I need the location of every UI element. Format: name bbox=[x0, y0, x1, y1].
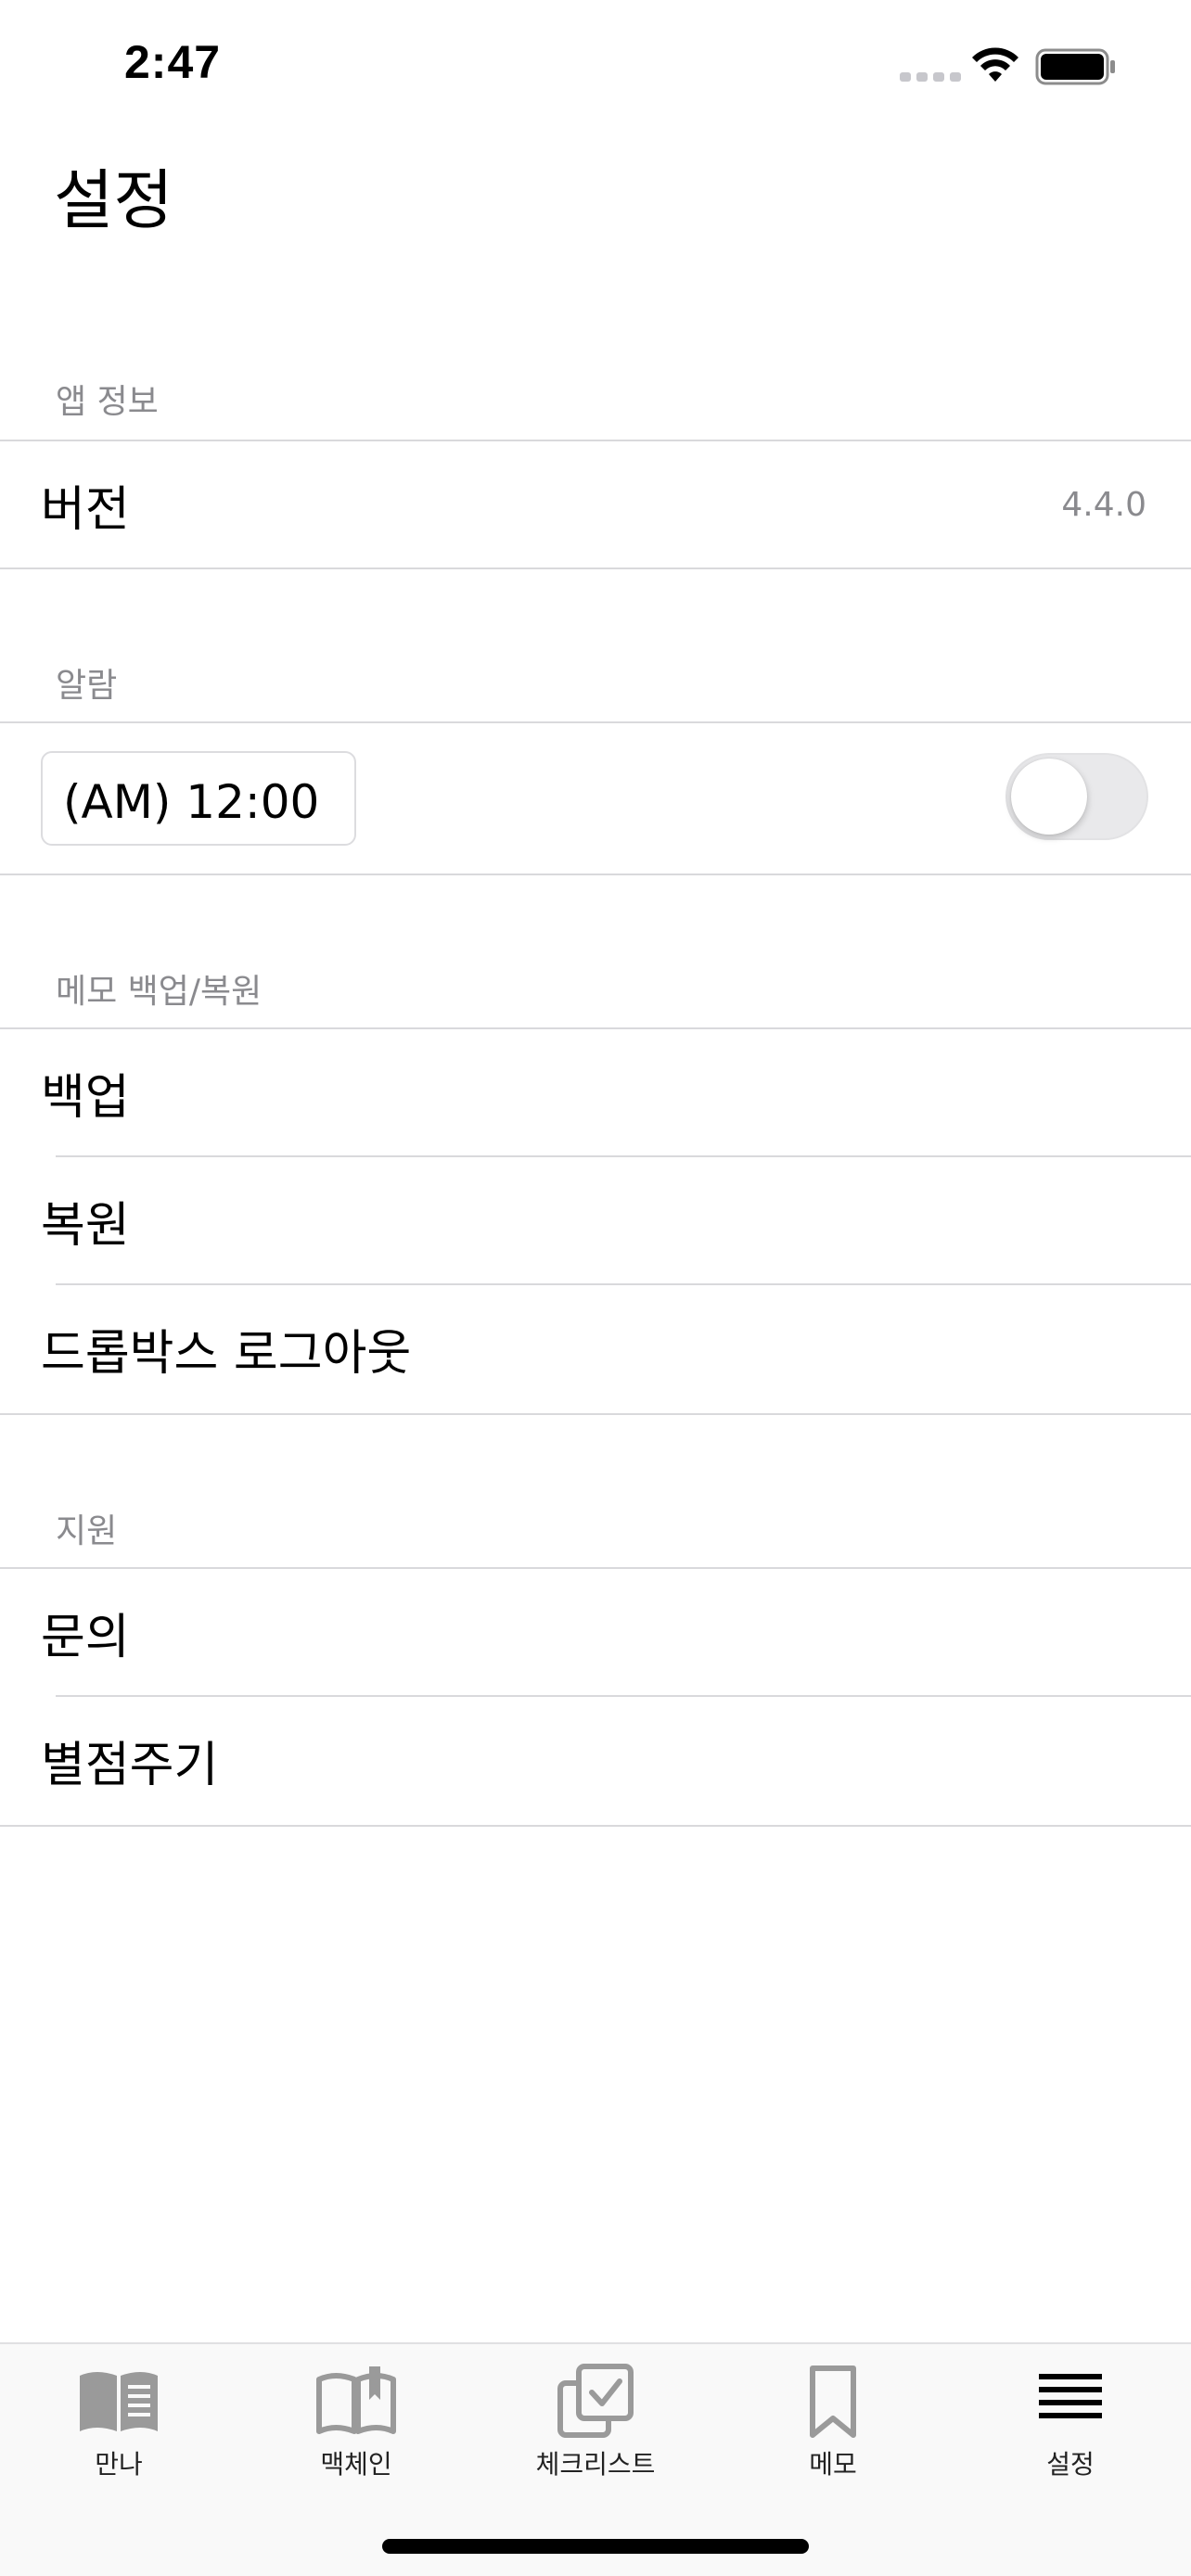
tab-mccheyne[interactable]: 맥체인 bbox=[237, 2344, 475, 2493]
menu-lines-icon bbox=[1039, 2374, 1102, 2418]
inquiry-label: 문의 bbox=[41, 1609, 130, 1665]
dropbox-logout-label: 드롭박스 로그아웃 bbox=[41, 1325, 412, 1382]
tab-manna[interactable]: 만나 bbox=[0, 2344, 237, 2493]
divider bbox=[0, 721, 1191, 723]
book-bookmark-icon bbox=[316, 2366, 396, 2434]
tab-memo[interactable]: 메모 bbox=[714, 2344, 952, 2493]
cellular-signal-icon bbox=[900, 72, 961, 82]
tab-label: 만나 bbox=[95, 2449, 143, 2480]
tab-label: 메모 bbox=[809, 2449, 857, 2480]
section-header-alarm: 알람 bbox=[56, 667, 118, 705]
version-label: 버전 bbox=[41, 481, 130, 538]
backup-row[interactable]: 백업 bbox=[0, 1029, 1191, 1155]
tab-settings[interactable]: 설정 bbox=[952, 2344, 1189, 2493]
divider bbox=[0, 874, 1191, 875]
rate-app-row[interactable]: 별점주기 bbox=[0, 1697, 1191, 1823]
section-header-support: 지원 bbox=[56, 1512, 118, 1550]
rate-app-label: 별점주기 bbox=[41, 1737, 219, 1793]
restore-row[interactable]: 복원 bbox=[0, 1157, 1191, 1283]
version-value: 4.4.0 bbox=[1061, 485, 1146, 524]
section-header-app-info: 앱 정보 bbox=[56, 383, 159, 421]
status-time: 2:47 bbox=[124, 36, 222, 88]
backup-label: 백업 bbox=[41, 1069, 130, 1126]
wifi-icon bbox=[972, 47, 1018, 82]
toggle-knob bbox=[1011, 759, 1087, 835]
section-header-backup: 메모 백업/복원 bbox=[56, 973, 263, 1011]
alarm-time-field[interactable]: (AM) 12:00 bbox=[41, 751, 356, 846]
tab-checklist[interactable]: 체크리스트 bbox=[477, 2344, 714, 2493]
page-title: 설정 bbox=[54, 162, 173, 238]
alarm-toggle[interactable] bbox=[1005, 753, 1148, 840]
alarm-time-value: (AM) 12:00 bbox=[63, 775, 320, 829]
checklist-icon bbox=[557, 2364, 634, 2438]
version-row: 버전 4.4.0 bbox=[0, 441, 1191, 567]
bookmark-icon bbox=[810, 2366, 856, 2438]
battery-icon bbox=[1035, 48, 1115, 85]
tab-label: 체크리스트 bbox=[535, 2449, 656, 2480]
inquiry-row[interactable]: 문의 bbox=[0, 1569, 1191, 1695]
open-book-icon bbox=[80, 2372, 158, 2431]
status-bar: 2:47 bbox=[0, 0, 1191, 130]
tab-label: 설정 bbox=[1046, 2449, 1095, 2480]
divider bbox=[0, 1413, 1191, 1415]
dropbox-logout-row[interactable]: 드롭박스 로그아웃 bbox=[0, 1285, 1191, 1411]
divider bbox=[0, 1825, 1191, 1827]
tab-label: 맥체인 bbox=[320, 2449, 392, 2480]
restore-label: 복원 bbox=[41, 1197, 130, 1254]
settings-screen: 2:47 설정 앱 정보 버전 4.4.0 알람 (AM) 12:00 메모 백… bbox=[0, 0, 1191, 2576]
home-indicator bbox=[382, 2539, 809, 2554]
divider bbox=[0, 567, 1191, 569]
